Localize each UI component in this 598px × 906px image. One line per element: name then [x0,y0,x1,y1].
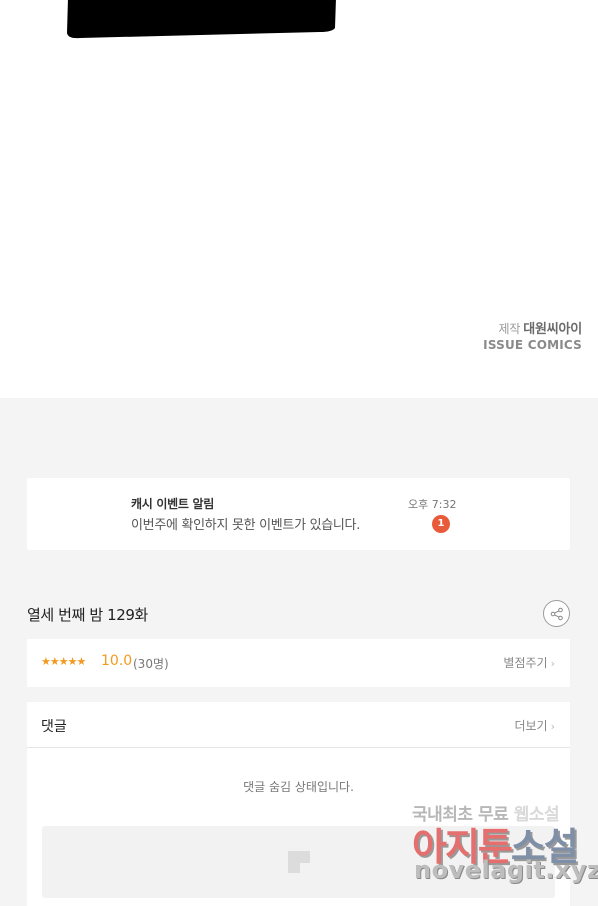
comment-header: 댓글 더보기 › [27,702,570,748]
watermark: 국내최초 무료 웹소설 아지툰소설 novelagit.xyz [412,800,598,906]
rating-count: (30명) [133,657,169,671]
share-icon [550,607,563,621]
credit-label: 제작 [498,322,521,336]
comment-hidden-message: 댓글 숨김 상태입니다. [243,780,354,794]
comment-title: 댓글 [41,719,67,735]
notification-title: 캐시 이벤트 알림 [131,497,214,511]
rating-bar: ★★★★★ 10.0 (30명) 별점주기 › [27,639,570,687]
episode-title: 열세 번째 밤 129화 [27,606,148,624]
share-button[interactable] [543,600,570,627]
viewer-page: 제작 대원씨아이 ISSUE COMICS 캐시 이벤트 알림 이번주에 확인하지… [0,0,598,906]
event-notification[interactable]: 캐시 이벤트 알림 이번주에 확인하지 못한 이벤트가 있습니다. 오후 7:3… [27,478,570,550]
notification-badge: 1 [432,515,450,533]
comment-placeholder-icon [288,851,310,873]
credit-studio-name: 대원씨아이 [523,322,582,337]
chevron-right-icon: › [550,657,555,670]
credit-studio: 제작 대원씨아이 [499,318,583,337]
notification-message: 이번주에 확인하지 못한 이벤트가 있습니다. [131,518,361,533]
notification-time: 오후 7:32 [408,498,457,511]
credit-publisher: ISSUE COMICS [483,338,582,352]
rate-button-label: 별점주기 [503,656,548,670]
comic-panel: 제작 대원씨아이 ISSUE COMICS [0,0,598,398]
star-rating-icons: ★★★★★ [41,655,86,668]
watermark-line3: novelagit.xyz [414,856,598,884]
comic-black-shape [67,0,336,39]
chevron-right-icon: › [550,720,555,733]
rating-score: 10.0 [101,653,133,669]
comment-more-button[interactable]: 더보기 › [514,717,555,734]
comment-more-label: 더보기 [514,719,548,733]
rate-button[interactable]: 별점주기 › [503,654,555,671]
